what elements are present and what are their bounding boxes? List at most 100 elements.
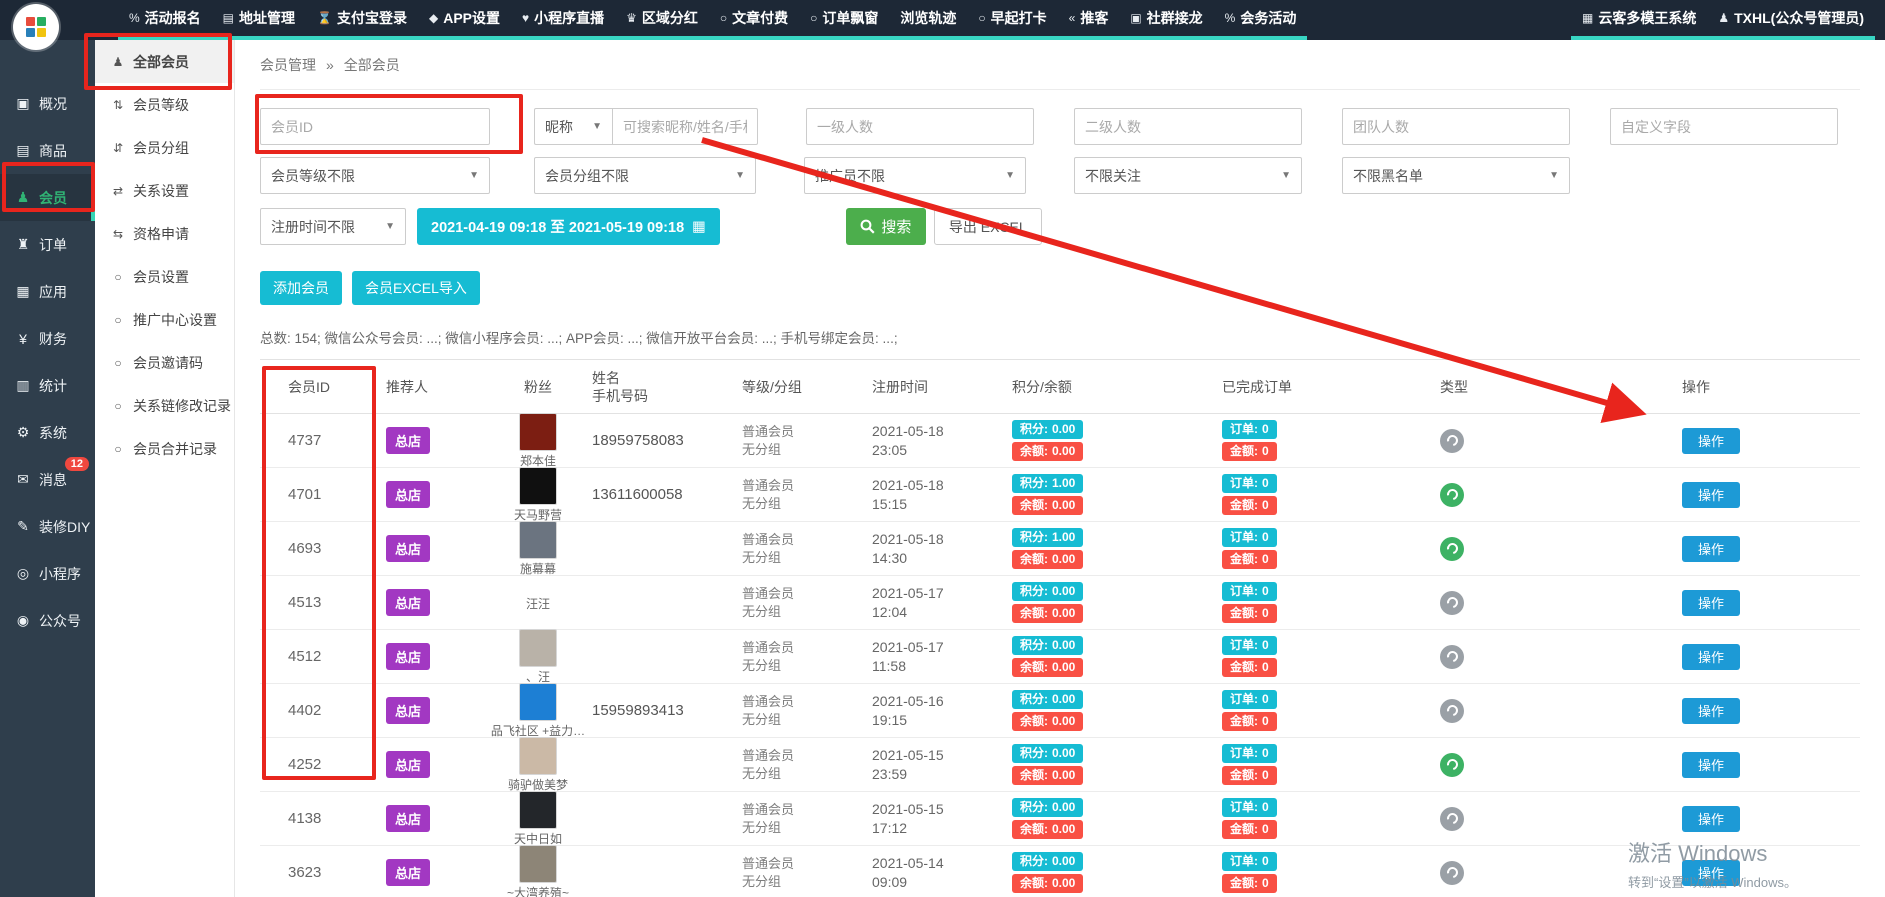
- fan-nickname: ~大湾养殖~: [507, 884, 569, 897]
- fan-nickname: 汪汪: [526, 595, 550, 612]
- nav-item-icon: ○: [978, 11, 985, 25]
- submenu-item[interactable]: ♟ 全部会员: [95, 40, 234, 83]
- top-nav-item[interactable]: ○ 文章付费: [709, 0, 799, 40]
- points-badge: 积分:1.00: [1012, 474, 1083, 493]
- sidebar-item[interactable]: ▤ 商品: [0, 127, 95, 174]
- app-logo[interactable]: [13, 4, 59, 50]
- submenu-item[interactable]: ⇆ 资格申请: [95, 212, 234, 255]
- logo-grid-icon: [26, 17, 46, 37]
- header-label: 已完成订单: [1222, 378, 1292, 396]
- sidebar-item-icon: ▥: [15, 377, 31, 394]
- top-nav-item[interactable]: ▣ 社群接龙: [1119, 0, 1213, 40]
- row-action-button[interactable]: 操作: [1682, 644, 1740, 670]
- top-nav-item[interactable]: ♛ 区域分红: [615, 0, 709, 40]
- wechat-type-icon: [1440, 591, 1464, 615]
- sidebar-item-icon: ▤: [15, 142, 31, 159]
- team-count-input[interactable]: [1342, 108, 1570, 145]
- submenu-item-icon: ○: [111, 356, 125, 370]
- promoter-select[interactable]: 推广员不限 ▼: [804, 157, 1026, 194]
- nav-item-label: 订单飘窗: [822, 8, 878, 28]
- submenu-item[interactable]: ○ 关系链修改记录: [95, 384, 234, 427]
- row-action-button[interactable]: 操作: [1682, 536, 1740, 562]
- top-nav-item[interactable]: % 活动报名: [118, 0, 212, 40]
- top-nav-item[interactable]: ○ 订单飘窗: [799, 0, 889, 40]
- submenu-item[interactable]: ○ 会员合并记录: [95, 427, 234, 470]
- sidebar-item-icon: ◉: [15, 612, 31, 629]
- nav-item-label: 小程序直播: [534, 8, 604, 28]
- sidebar-item[interactable]: ◉ 公众号: [0, 597, 95, 644]
- row-action-button[interactable]: 操作: [1682, 752, 1740, 778]
- submenu-item[interactable]: ⇄ 关系设置: [95, 169, 234, 212]
- top-nav-item[interactable]: « 推客: [1058, 0, 1120, 40]
- member-level-select[interactable]: 会员等级不限 ▼: [260, 157, 490, 194]
- submenu-item[interactable]: ⇅ 会员等级: [95, 83, 234, 126]
- nickname-search-input[interactable]: [612, 108, 758, 145]
- submenu-item-label: 会员合并记录: [133, 439, 217, 459]
- orders-badge: 订单:0: [1222, 690, 1277, 709]
- sidebar-item[interactable]: ♟ 会员: [0, 174, 95, 221]
- level2-count-input[interactable]: [1074, 108, 1302, 145]
- follow-select[interactable]: 不限关注 ▼: [1074, 157, 1302, 194]
- submenu-item[interactable]: ○ 会员邀请码: [95, 341, 234, 384]
- nav-item-icon: ⌛: [317, 11, 332, 25]
- search-button[interactable]: 搜索: [846, 208, 926, 245]
- level1-count-input[interactable]: [806, 108, 1034, 145]
- member-level: 普通会员: [742, 747, 794, 765]
- sidebar-item[interactable]: ✎ 装修DIY: [0, 503, 95, 550]
- wechat-type-icon: [1440, 807, 1464, 831]
- register-time: 14:30: [872, 549, 907, 568]
- nav-item-icon: ◆: [429, 11, 438, 25]
- excel-import-button[interactable]: 会员EXCEL导入: [352, 271, 480, 305]
- top-nav-item[interactable]: % 会务活动: [1214, 0, 1308, 40]
- sidebar-item[interactable]: ✉ 消息 12: [0, 456, 95, 503]
- member-group-select[interactable]: 会员分组不限 ▼: [534, 157, 756, 194]
- avatar: [519, 413, 557, 451]
- top-nav-item[interactable]: ♥ 小程序直播: [511, 0, 615, 40]
- amount-badge: 金额:0: [1222, 874, 1277, 893]
- submenu-item[interactable]: ⇵ 会员分组: [95, 126, 234, 169]
- submenu-item[interactable]: ○ 推广中心设置: [95, 298, 234, 341]
- row-action-button[interactable]: 操作: [1682, 590, 1740, 616]
- row-action-button[interactable]: 操作: [1682, 482, 1740, 508]
- sidebar-item[interactable]: ⚙ 系统: [0, 409, 95, 456]
- header-label: 类型: [1440, 378, 1468, 396]
- sidebar-item[interactable]: ◎ 小程序: [0, 550, 95, 597]
- sidebar-item[interactable]: ♜ 订单: [0, 221, 95, 268]
- blacklist-select[interactable]: 不限黑名单 ▼: [1342, 157, 1570, 194]
- date-range-button[interactable]: 2021-04-19 09:18 至 2021-05-19 09:18 ▦: [417, 208, 720, 245]
- top-nav-item[interactable]: ◆ APP设置: [418, 0, 511, 40]
- nickname-field-select[interactable]: 昵称 ▼: [534, 108, 612, 145]
- nav-item-label: 云客多模王系统: [1598, 8, 1696, 28]
- top-nav-right-item[interactable]: ♟ TXHL(公众号管理员): [1707, 0, 1875, 40]
- submenu-item[interactable]: ○ 会员设置: [95, 255, 234, 298]
- row-action-button[interactable]: 操作: [1682, 806, 1740, 832]
- top-nav-right-item[interactable]: ▦ 云客多模王系统: [1571, 0, 1707, 40]
- top-nav-item[interactable]: ○ 早起打卡: [967, 0, 1057, 40]
- row-action-button[interactable]: 操作: [1682, 698, 1740, 724]
- amount-badge: 金额:0: [1222, 712, 1277, 731]
- row-action-button[interactable]: 操作: [1682, 428, 1740, 454]
- member-id-input[interactable]: [260, 108, 490, 145]
- reg-time-select[interactable]: 注册时间不限 ▼: [260, 208, 406, 245]
- top-nav-item[interactable]: 浏览轨迹: [889, 0, 967, 40]
- breadcrumb-section[interactable]: 会员管理: [260, 55, 316, 75]
- submenu-item-label: 会员分组: [133, 138, 189, 158]
- referrer-badge: 总店: [386, 805, 430, 832]
- custom-field-input[interactable]: [1610, 108, 1838, 145]
- sidebar-item[interactable]: ▥ 统计: [0, 362, 95, 409]
- row-action-button[interactable]: 操作: [1682, 860, 1740, 886]
- submenu-item-icon: ○: [111, 313, 125, 327]
- export-excel-button[interactable]: 导出 EXCEL: [934, 208, 1042, 245]
- top-nav-item[interactable]: ▤ 地址管理: [212, 0, 306, 40]
- member-level: 普通会员: [742, 477, 794, 495]
- wechat-type-icon: [1440, 483, 1464, 507]
- top-nav-item[interactable]: ⌛ 支付宝登录: [306, 0, 418, 40]
- sidebar-item[interactable]: ¥ 财务: [0, 315, 95, 362]
- header-label: 粉丝: [524, 378, 552, 396]
- nav-item-label: 支付宝登录: [337, 8, 407, 28]
- amount-badge: 金额:0: [1222, 604, 1277, 623]
- add-member-button[interactable]: 添加会员: [260, 271, 342, 305]
- sidebar-item[interactable]: ▦ 应用: [0, 268, 95, 315]
- orders-badge: 订单:0: [1222, 474, 1277, 493]
- sidebar-item[interactable]: ▣ 概况: [0, 80, 95, 127]
